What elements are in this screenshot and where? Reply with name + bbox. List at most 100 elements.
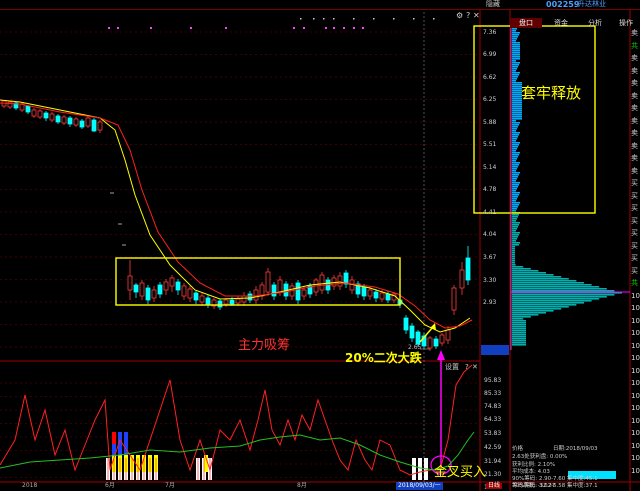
help-icon[interactable]: ? — [466, 12, 470, 20]
info-profit-ratio: 2.63处获利盘: 0.00% — [512, 454, 568, 460]
chip-bar — [512, 202, 520, 204]
chip-bar — [512, 168, 517, 170]
candle-body — [271, 284, 277, 297]
candle-body — [133, 284, 139, 293]
indicator-tick: 64.33 — [484, 416, 502, 423]
chip-bar — [512, 262, 515, 264]
chip-bar — [512, 116, 522, 118]
chip-bar — [512, 196, 518, 198]
candle-body — [459, 269, 465, 289]
indicator-tick: 42.59 — [484, 444, 502, 451]
chip-bar — [512, 160, 516, 162]
candle-body — [31, 109, 37, 117]
order-book-label: 10 — [631, 291, 640, 300]
chip-bar — [512, 166, 518, 168]
chip-bar — [512, 224, 519, 226]
chip-bar — [512, 328, 526, 330]
order-book-label: 10 — [631, 404, 640, 412]
indicator-tick: 21.30 — [484, 471, 502, 478]
chip-bar — [512, 70, 516, 72]
price-tick: 4.04 — [483, 231, 497, 238]
chip-bar — [512, 60, 516, 62]
tab-pankou[interactable]: 盘口 — [510, 18, 542, 28]
candle-body — [139, 282, 145, 297]
chip-bar — [512, 266, 524, 268]
order-book-label: 共 — [631, 41, 638, 50]
chip-bar — [512, 204, 519, 206]
order-book-label: 10 — [631, 329, 640, 337]
chip-bar — [512, 342, 526, 344]
order-book-label: 10 — [631, 341, 640, 350]
chip-bar — [512, 174, 519, 176]
chip-bar — [512, 120, 516, 122]
chip-bar — [512, 330, 526, 332]
price-tick: 6.62 — [483, 74, 497, 81]
close-icon[interactable]: ✕ — [473, 12, 480, 20]
candle-body — [91, 119, 97, 132]
tab-fenxi[interactable]: 分析 — [580, 18, 610, 28]
candle-body — [61, 116, 67, 124]
chip-bar — [512, 216, 518, 218]
candle-body — [223, 299, 229, 305]
order-book-label: 10 — [631, 366, 640, 375]
indicator-bar — [112, 432, 116, 444]
chip-bar — [512, 344, 526, 346]
chip-bar — [512, 280, 577, 282]
info-date: 日期:2018/09/03 — [553, 446, 598, 452]
chip-bar — [512, 258, 515, 260]
candle-body — [361, 286, 367, 297]
chip-bar — [512, 110, 522, 112]
chip-bar — [512, 278, 569, 280]
order-book-label: 10 — [631, 391, 640, 400]
candle-body — [157, 284, 163, 295]
chip-bar — [512, 184, 519, 186]
order-book-label: 买 — [631, 179, 638, 187]
indicator-help-icon[interactable]: ? — [465, 364, 469, 371]
chip-bar — [512, 40, 516, 42]
candle-body — [247, 293, 253, 301]
chip-bar — [512, 136, 518, 138]
chip-bar — [512, 300, 592, 302]
price-tick: 7.36 — [483, 29, 497, 36]
chip-bar — [512, 164, 519, 166]
chip-bar — [512, 286, 600, 288]
chip-bar — [512, 274, 554, 276]
chip-bar — [512, 214, 519, 216]
order-book-label: 卖 — [631, 104, 638, 112]
tab-zijin[interactable]: 资金 — [546, 18, 576, 28]
tab-caozuo[interactable]: 操作 — [612, 18, 640, 28]
candle-body — [55, 115, 61, 123]
chip-bar — [512, 308, 562, 310]
chip-bar — [512, 312, 546, 314]
order-book-label: 卖 — [631, 79, 638, 87]
chip-bar — [512, 154, 519, 156]
candle-body — [43, 112, 49, 119]
chip-bar — [512, 264, 516, 266]
chip-bar — [512, 78, 517, 80]
chip-bar — [512, 190, 516, 192]
period-label-1[interactable]: 日线 — [486, 483, 503, 489]
order-book-label: 10 — [631, 354, 640, 362]
chip-bar — [512, 36, 518, 38]
indicator-close-icon[interactable]: ✕ — [472, 364, 478, 371]
order-book-label: 买 — [631, 216, 638, 225]
chip-bar — [512, 74, 519, 76]
chip-bar — [512, 222, 520, 224]
indicator-settings-button[interactable]: 设置 — [445, 364, 459, 371]
chip-bar — [512, 302, 584, 304]
indicator-bar — [412, 458, 416, 480]
chip-bar — [512, 54, 520, 56]
price-tick: 4.78 — [483, 186, 497, 193]
x-tick-july: 7月 — [165, 482, 175, 489]
chip-bar — [512, 68, 517, 70]
order-book-label: 10 — [631, 466, 640, 475]
candle-body — [193, 292, 199, 301]
price-tick: 5.14 — [483, 164, 497, 171]
order-book-label: 卖 — [631, 54, 638, 62]
settings-icon[interactable]: ⚙ — [456, 12, 463, 20]
chip-bar — [512, 316, 531, 318]
chip-bar — [512, 128, 517, 130]
candle-body — [433, 338, 439, 347]
chip-bar — [512, 306, 569, 308]
order-book-label: 买 — [631, 254, 638, 262]
